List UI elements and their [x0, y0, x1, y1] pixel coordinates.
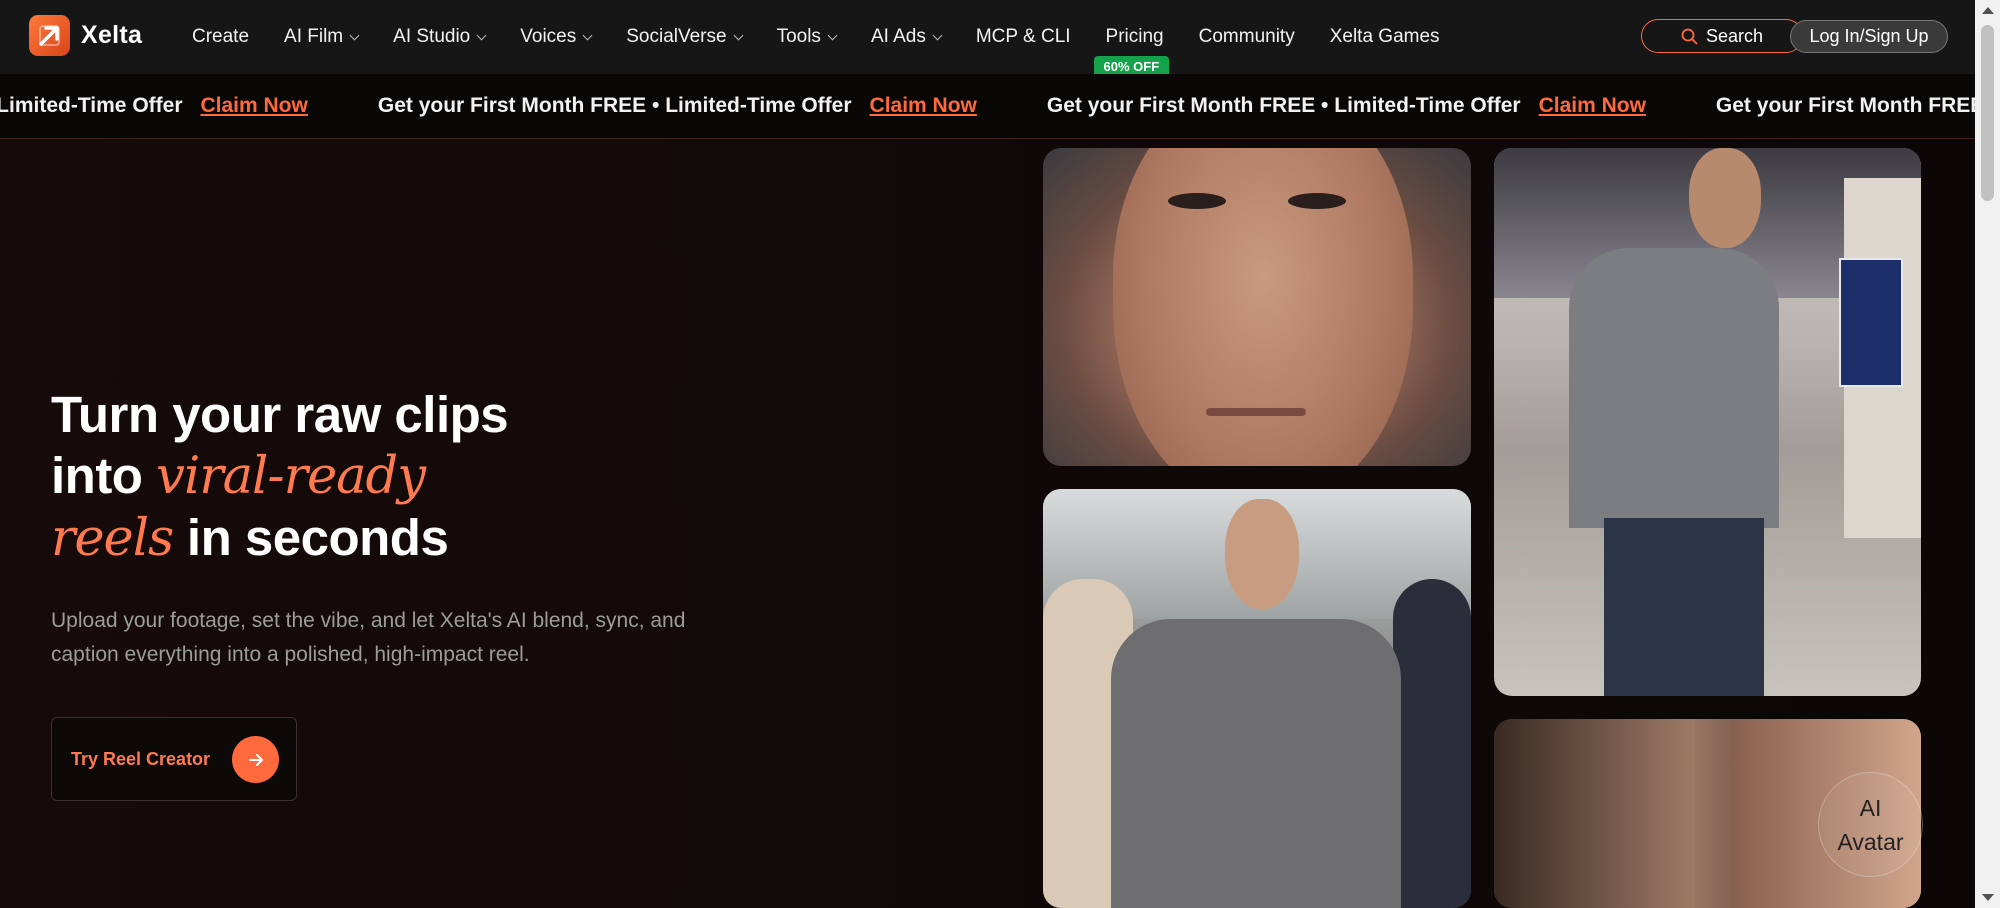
nav-item-community[interactable]: Community: [1199, 26, 1295, 48]
nav-item-label: AI Film: [284, 26, 344, 47]
avatar-label: AI: [1859, 794, 1882, 821]
headline-line: reels in seconds: [51, 507, 508, 569]
scroll-thumb[interactable]: [1981, 25, 1994, 201]
nav-item-create[interactable]: Create: [192, 26, 249, 48]
nav-item-label: Tools: [776, 26, 821, 47]
headline-line: Turn your raw clips: [51, 386, 509, 443]
nav-item-label: Create: [192, 26, 250, 47]
headline-word: into: [51, 447, 143, 504]
nav-item-tools[interactable]: Tools: [776, 26, 838, 48]
headline-accent: reels: [51, 509, 174, 568]
chevron-down-icon: [932, 30, 943, 40]
headline-line: into viral-ready: [51, 445, 508, 507]
nav-item-socialverse[interactable]: SocialVerse: [626, 26, 744, 48]
logo[interactable]: Xelta: [29, 15, 142, 56]
xelta-logo-icon: [29, 15, 70, 56]
claim-now-link[interactable]: Claim Now: [1539, 94, 1646, 118]
search-button[interactable]: Search: [1641, 19, 1803, 53]
nav-item-label: AI Studio: [393, 26, 471, 47]
reel-preview-street-scene[interactable]: [1043, 489, 1471, 908]
chevron-down-icon: [733, 30, 744, 40]
hero-subtitle: Upload your footage, set the vibe, and l…: [51, 609, 686, 666]
nav-item-label: Pricing: [1105, 26, 1164, 47]
nav-item-label: Xelta Games: [1329, 26, 1440, 47]
nav-item-label: SocialVerse: [626, 26, 727, 47]
promo-text: Get your First Month FREE • Limited-Time…: [1046, 94, 1521, 117]
reel-preview-closeup-face[interactable]: [1043, 148, 1471, 466]
nav-item-label: Voices: [520, 26, 577, 47]
ai-avatar-widget[interactable]: AI Avatar: [1818, 772, 1923, 877]
try-reel-creator-button[interactable]: Try Reel Creator: [51, 717, 297, 801]
arrow-right-icon: [232, 736, 279, 783]
promo-text: Get your First Month FREE • Limited-Time…: [377, 94, 852, 117]
headline-accent: viral-ready: [156, 447, 426, 506]
scroll-down-icon[interactable]: [1982, 894, 1994, 901]
nav-item-label: AI Ads: [870, 26, 926, 47]
promo-text: Get your First Month FREE: [1715, 94, 1975, 117]
search-icon: [1681, 28, 1698, 44]
nav-item-mcp-cli[interactable]: MCP & CLI: [976, 26, 1071, 48]
nav-menu: Create AI Film AI Studio Voices SocialVerse T…: [192, 0, 1475, 77]
chevron-down-icon: [582, 30, 593, 40]
brand-name: Xelta: [81, 21, 143, 49]
chevron-down-icon: [349, 30, 360, 40]
claim-now-link[interactable]: Claim Now: [201, 94, 308, 118]
promo-banner: • Limited-Time Offer Claim Now Get your …: [0, 74, 1975, 139]
nav-item-ai-film[interactable]: AI Film: [284, 26, 360, 48]
vertical-scrollbar[interactable]: [1975, 0, 2000, 908]
search-label: Search: [1705, 25, 1764, 46]
top-navigation: Xelta Create AI Film AI Studio Voices Social…: [0, 0, 1975, 77]
nav-item-voices[interactable]: Voices: [520, 26, 593, 48]
nav-item-ai-ads[interactable]: AI Ads: [870, 26, 943, 48]
chevron-down-icon: [827, 30, 838, 40]
nav-item-label: MCP & CLI: [975, 26, 1071, 47]
chevron-down-icon: [476, 30, 487, 40]
claim-now-link[interactable]: Claim Now: [870, 94, 977, 118]
headline-word: in seconds: [186, 509, 449, 566]
nav-item-ai-studio[interactable]: AI Studio: [393, 26, 487, 48]
login-signup-button[interactable]: Log In/Sign Up: [1790, 20, 1948, 53]
avatar-label: Avatar: [1837, 828, 1904, 855]
nav-item-label: Community: [1198, 26, 1295, 47]
promo-text: • Limited-Time Offer: [0, 94, 183, 117]
nav-item-pricing[interactable]: Pricing 60% OFF: [1093, 26, 1170, 77]
cta-label: Try Reel Creator: [71, 748, 211, 769]
hero-headline: Turn your raw clips into viral-ready ree…: [51, 384, 509, 569]
nav-item-xelta-games[interactable]: Xelta Games: [1330, 26, 1440, 48]
scroll-up-icon[interactable]: [1982, 7, 1994, 14]
reel-preview-subway-scene[interactable]: [1494, 148, 1921, 696]
